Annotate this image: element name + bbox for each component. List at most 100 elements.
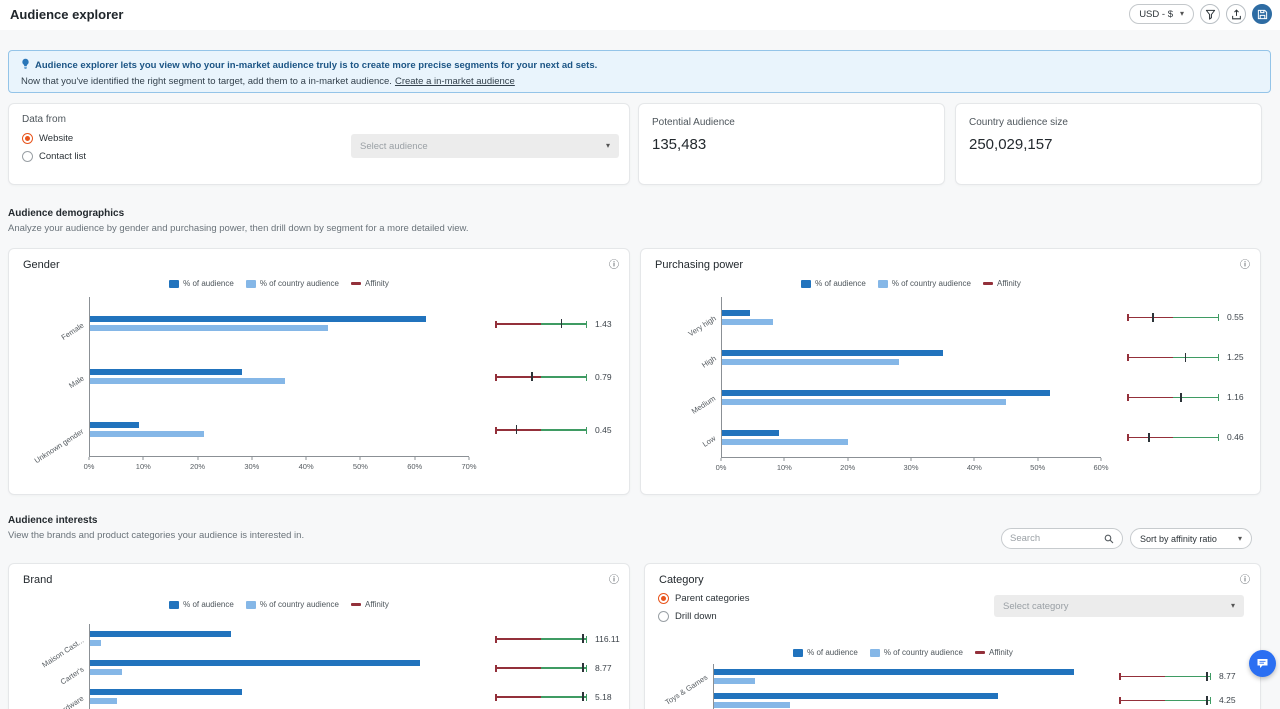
affinity-row: 5.18: [495, 682, 620, 709]
info-banner: Audience explorer lets you view who your…: [8, 50, 1271, 93]
affinity-row: 1.43: [495, 297, 612, 350]
chat-button[interactable]: [1249, 650, 1276, 677]
affinity-column: 116.118.775.18: [495, 624, 620, 709]
info-icon[interactable]: ⓘ: [609, 256, 619, 271]
axis-tick-label: 60%: [407, 462, 422, 471]
affinity-indicator: [1127, 392, 1219, 403]
affinity-marker: [516, 425, 518, 434]
country-audience-card: Country audience size 250,029,157: [955, 103, 1262, 185]
export-icon: [1231, 9, 1242, 20]
affinity-row: 8.77: [1119, 664, 1236, 688]
info-icon[interactable]: ⓘ: [1240, 571, 1250, 586]
legend-affinity: Affinity: [351, 279, 389, 288]
chart-title: Category: [659, 574, 704, 586]
stat-value: 250,029,157: [969, 136, 1052, 153]
legend-country: % of country audience: [246, 600, 339, 609]
affinity-column: 8.77 4.25: [1119, 664, 1236, 709]
affinity-value: 4.25: [1219, 695, 1236, 705]
affinity-row: 0.55: [1127, 297, 1244, 337]
currency-select[interactable]: USD - $ ▾: [1129, 4, 1194, 24]
search-box: [1001, 528, 1123, 549]
bar-group: [90, 624, 469, 653]
country-audience-bar: [722, 359, 899, 365]
axis-tickmark: [306, 457, 307, 460]
select-audience-placeholder: Select audience: [360, 141, 428, 152]
chart-row: High: [722, 337, 1101, 377]
category-label: Medium: [690, 394, 717, 416]
audience-bar: [90, 631, 231, 637]
bar-group: [722, 377, 1101, 417]
legend-label: % of audience: [815, 279, 866, 288]
gender-card: Gender ⓘ % of audience % of country audi…: [8, 248, 630, 495]
chart-row: Unknown gender: [90, 403, 469, 456]
affinity-indicator: [1119, 695, 1211, 706]
filter-icon: [1205, 9, 1216, 20]
category-label: Toys & Games: [664, 673, 710, 707]
affinity-value: 1.25: [1227, 352, 1244, 362]
chart-legend: % of audience % of country audience Affi…: [713, 648, 1093, 657]
axis-tick-label: 10%: [136, 462, 151, 471]
chart-row: ... Hardware: [90, 682, 469, 709]
chart-legend: % of audience % of country audience Affi…: [89, 279, 469, 288]
affinity-swatch: [983, 282, 993, 285]
axis-tickmark: [360, 457, 361, 460]
affinity-indicator: [495, 633, 587, 644]
filter-button[interactable]: [1200, 4, 1220, 24]
axis-tick-label: 20%: [840, 463, 855, 472]
sort-dropdown[interactable]: Sort by affinity ratio ▾: [1130, 528, 1252, 549]
demographics-section-title: Audience demographics: [8, 208, 124, 219]
audience-bar: [722, 350, 943, 356]
axis-tick-label: 0%: [716, 463, 727, 472]
category-card: Category ⓘ Parent categories Drill down …: [644, 563, 1261, 709]
country-audience-bar: [90, 698, 117, 704]
banner-highlight-text: Audience explorer lets you view who your…: [35, 60, 597, 71]
country-audience-bar: [714, 678, 755, 684]
affinity-row: 8.77: [495, 653, 620, 682]
legend-label: % of country audience: [260, 279, 339, 288]
bar-group: [90, 350, 469, 403]
category-label: Very high: [686, 314, 717, 339]
search-input[interactable]: [1010, 533, 1100, 544]
radio-drill-down[interactable]: Drill down: [658, 611, 749, 622]
bar-group: [714, 664, 1093, 688]
radio-website[interactable]: Website: [22, 133, 86, 144]
axis-tickmark: [784, 458, 785, 461]
audience-bar: [90, 689, 242, 695]
lightbulb-icon: [21, 58, 30, 72]
info-icon[interactable]: ⓘ: [609, 571, 619, 586]
banner-body-text: Now that you've identified the right seg…: [21, 76, 392, 87]
affinity-marker: [1206, 696, 1208, 705]
affinity-marker: [582, 692, 584, 701]
axis-tick-label: 20%: [190, 462, 205, 471]
radio-parent-categories[interactable]: Parent categories: [658, 593, 749, 604]
affinity-row: 1.25: [1127, 337, 1244, 377]
affinity-value: 5.18: [595, 692, 612, 702]
save-button[interactable]: [1252, 4, 1272, 24]
affinity-indicator: [1127, 352, 1219, 363]
affinity-marker: [1148, 433, 1150, 442]
chevron-down-icon: ▾: [606, 142, 610, 150]
info-icon[interactable]: ⓘ: [1240, 256, 1250, 271]
select-audience-dropdown[interactable]: Select audience ▾: [351, 134, 619, 158]
x-axis: 0%10%20%30%40%50%60%: [721, 458, 1101, 474]
create-audience-link[interactable]: Create a in-market audience: [395, 76, 515, 87]
audience-bar: [722, 390, 1050, 396]
radio-label: Website: [39, 133, 73, 144]
legend-audience: % of audience: [169, 600, 234, 609]
select-category-dropdown[interactable]: Select category ▾: [994, 595, 1244, 617]
page-title: Audience explorer: [10, 7, 123, 22]
export-button[interactable]: [1226, 4, 1246, 24]
affinity-row: 4.25: [1119, 688, 1236, 709]
chart-title: Purchasing power: [655, 259, 743, 271]
axis-tickmark: [1101, 458, 1102, 461]
affinity-value: 0.55: [1227, 312, 1244, 322]
audience-explorer-page: Audience explorer USD - $ ▾ Audience exp…: [0, 0, 1280, 709]
country-audience-bar: [90, 431, 204, 437]
currency-value: USD - $: [1139, 9, 1173, 20]
chart-row: Female: [90, 297, 469, 350]
radio-contact-list[interactable]: Contact list: [22, 151, 86, 162]
chart-row: [714, 688, 1093, 709]
audience-bar: [722, 310, 750, 316]
chart-row: Carter's: [90, 653, 469, 682]
legend-label: % of country audience: [884, 648, 963, 657]
